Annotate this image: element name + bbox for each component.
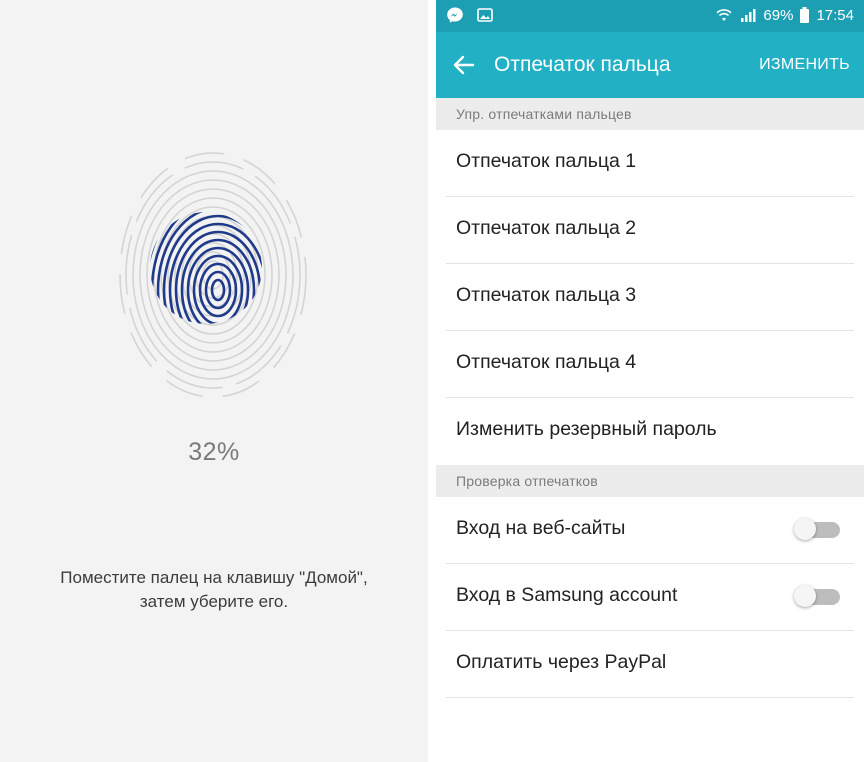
list-item-label: Отпечаток пальца 1	[456, 150, 637, 172]
section-header-fingerprint-verification: Проверка отпечатков	[436, 465, 864, 497]
messenger-icon	[446, 6, 464, 24]
web-signin-item[interactable]: Вход на веб-сайты	[436, 497, 864, 564]
web-signin-toggle[interactable]	[794, 518, 840, 540]
samsung-account-item[interactable]: Вход в Samsung account	[436, 564, 864, 631]
app-bar: Отпечаток пальца ИЗМЕНИТЬ	[436, 32, 864, 98]
status-bar: 69% 17:54	[436, 0, 864, 32]
list-item-label: Отпечаток пальца 3	[456, 284, 637, 306]
fingerprint-item-3[interactable]: Отпечаток пальца 3	[436, 264, 864, 331]
battery-percent: 69%	[763, 6, 794, 24]
fingerprint-settings-screen: 69% 17:54 Отпечаток пальца ИЗМЕНИТЬ Упр.…	[436, 0, 864, 762]
wifi-icon	[715, 6, 733, 24]
fingerprint-progress-icon	[118, 140, 308, 410]
clock: 17:54	[816, 6, 854, 24]
list-item-label: Отпечаток пальца 2	[456, 217, 637, 239]
list-item-label: Отпечаток пальца 4	[456, 351, 637, 373]
list-item-label: Вход на веб-сайты	[456, 517, 626, 539]
paypal-item[interactable]: Оплатить через PayPal	[436, 631, 864, 698]
fingerprint-enroll-screen: 32% Поместите палец на клавишу "Домой", …	[0, 0, 428, 762]
fingerprint-item-1[interactable]: Отпечаток пальца 1	[436, 130, 864, 197]
list-item-label: Изменить резервный пароль	[456, 418, 717, 440]
fingerprint-item-4[interactable]: Отпечаток пальца 4	[436, 331, 864, 398]
toggle-knob	[794, 585, 816, 607]
change-backup-password-item[interactable]: Изменить резервный пароль	[436, 398, 864, 465]
page-title: Отпечаток пальца	[494, 53, 671, 76]
section-header-manage-fingerprints: Упр. отпечатками пальцев	[436, 98, 864, 130]
enroll-instruction: Поместите палец на клавишу "Домой", зате…	[60, 568, 368, 611]
toggle-knob	[794, 518, 816, 540]
list-item-label: Оплатить через PayPal	[456, 651, 667, 673]
fingerprint-item-2[interactable]: Отпечаток пальца 2	[436, 197, 864, 264]
edit-button[interactable]: ИЗМЕНИТЬ	[759, 56, 850, 74]
screen-divider	[428, 0, 436, 762]
gallery-icon	[476, 6, 494, 24]
divider	[446, 697, 854, 698]
battery-icon	[799, 6, 810, 24]
enroll-progress-percent: 32%	[188, 438, 240, 466]
signal-icon	[739, 6, 757, 24]
list-item-label: Вход в Samsung account	[456, 584, 678, 606]
samsung-account-toggle[interactable]	[794, 585, 840, 607]
back-arrow-icon[interactable]	[450, 51, 478, 79]
